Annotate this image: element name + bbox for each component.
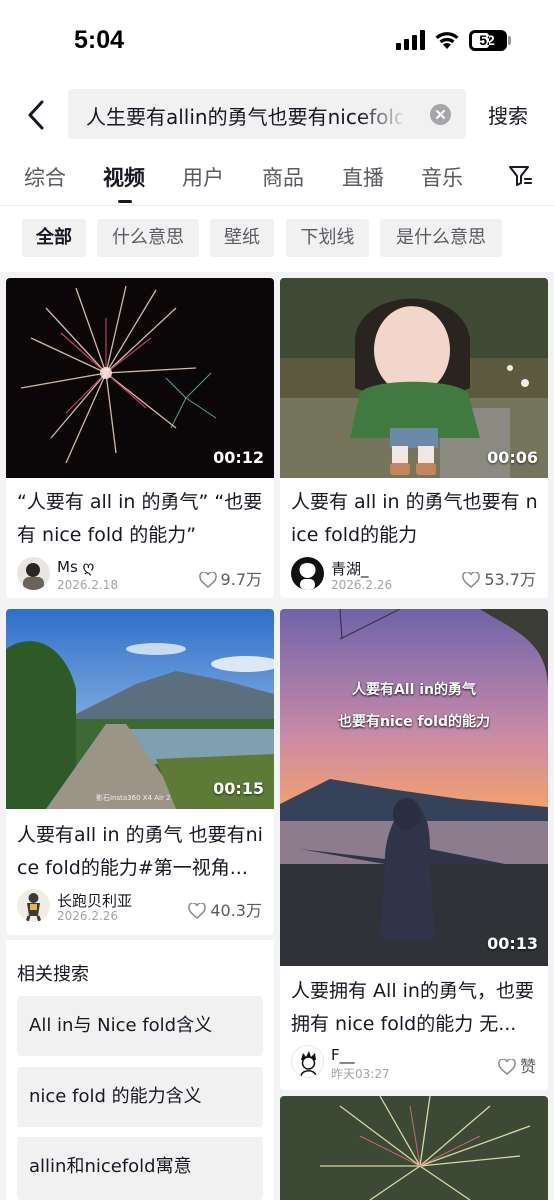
tab-users[interactable]: 用户 — [182, 162, 224, 192]
heart-icon — [198, 571, 217, 588]
tab-videos[interactable]: 视频 — [103, 162, 145, 192]
tab-live[interactable]: 直播 — [342, 162, 384, 192]
video-duration: 00:06 — [487, 448, 538, 467]
search-header: 人生要有allin的勇气也要有nicefold的能力 搜索 — [0, 80, 554, 150]
video-thumbnail[interactable] — [280, 609, 548, 966]
clear-search-icon[interactable] — [430, 104, 451, 125]
avatar[interactable] — [291, 557, 324, 590]
filter-chips: 全部 什么意思 壁纸 下划线 是什么意思 — [0, 206, 554, 272]
video-title[interactable]: 人要有 all in 的勇气也要有 nice fold的能力 — [291, 486, 540, 552]
video-card[interactable]: 影石Insta360 X4 Air 2 00:15 人要有all in 的勇气 … — [6, 609, 274, 935]
video-thumbnail[interactable] — [280, 1096, 548, 1200]
post-date: 昨天03:27 — [331, 1067, 390, 1081]
related-search-item[interactable]: nice fold 的能力含义 — [17, 1067, 263, 1127]
author-name[interactable]: Ms ღ — [57, 558, 94, 576]
wifi-icon — [435, 32, 459, 49]
like-count-value: 赞 — [519, 1057, 536, 1076]
like-count-value: 9.7万 — [220, 570, 262, 589]
tab-products[interactable]: 商品 — [262, 162, 304, 192]
avatar[interactable] — [17, 557, 50, 590]
search-input[interactable]: 人生要有allin的勇气也要有nicefold的能力 — [68, 89, 466, 139]
video-title[interactable]: “人要有 all in 的勇气” “也要有 nice fold 的能力” — [17, 486, 266, 552]
heart-icon — [188, 902, 207, 919]
heart-icon — [498, 1058, 516, 1075]
tab-comprehensive[interactable]: 综合 — [24, 162, 66, 192]
like-count[interactable]: 53.7万 — [462, 566, 536, 590]
battery-level: 52 — [479, 32, 495, 48]
tab-music[interactable]: 音乐 — [421, 162, 463, 192]
video-duration: 00:13 — [487, 934, 538, 953]
filter-icon[interactable] — [508, 164, 532, 188]
chip-all[interactable]: 全部 — [22, 219, 86, 257]
related-heading: 相关搜索 — [17, 964, 89, 985]
video-duration: 00:12 — [213, 448, 264, 467]
chip-underline[interactable]: 下划线 — [286, 219, 369, 257]
author-name[interactable]: F__ — [331, 1046, 355, 1064]
chip-what-meaning[interactable]: 是什么意思 — [380, 219, 502, 257]
video-overlay-caption-2: 也要有nice fold的能力 — [338, 714, 490, 730]
avatar[interactable] — [17, 889, 50, 922]
video-card[interactable]: 人要有All in的勇气 也要有nice fold的能力 00:13 人要拥有 … — [280, 609, 548, 1090]
like-count-value: 40.3万 — [210, 901, 262, 920]
author-name[interactable]: 长跑贝利亚 — [57, 890, 132, 911]
avatar[interactable] — [291, 1045, 324, 1078]
related-search-item[interactable]: All in与 Nice fold含义 — [17, 996, 263, 1056]
cellular-signal-icon — [396, 30, 425, 50]
video-card[interactable]: 00:06 人要有 all in 的勇气也要有 nice fold的能力 青湖_… — [280, 278, 548, 598]
result-tabs: 综合 视频 用户 商品 直播 音乐 — [0, 150, 554, 206]
video-card[interactable]: 00:12 “人要有 all in 的勇气” “也要有 nice fold 的能… — [6, 278, 274, 598]
like-count-value: 53.7万 — [484, 570, 536, 589]
status-bar: 5:04 52 — [0, 0, 554, 80]
video-title[interactable]: 人要拥有 All in的勇气，也要拥有 nice fold的能力 无... — [291, 975, 540, 1041]
video-title[interactable]: 人要有all in 的勇气 也要有nice fold的能力#第一视角... — [17, 819, 266, 885]
like-count[interactable]: 9.7万 — [198, 566, 262, 590]
video-card[interactable] — [280, 1096, 548, 1200]
video-overlay-caption-1: 人要有All in的勇气 — [351, 682, 477, 698]
battery-icon: 52 — [469, 30, 507, 51]
search-button[interactable]: 搜索 — [488, 100, 528, 129]
related-search-item[interactable]: allin和nicefold寓意 — [17, 1137, 263, 1200]
video-duration: 00:15 — [213, 779, 264, 798]
search-query[interactable]: 人生要有allin的勇气也要有nicefold的能力 — [86, 101, 402, 130]
author-name[interactable]: 青湖_ — [331, 558, 369, 579]
like-count[interactable]: 赞 — [498, 1053, 536, 1077]
post-date: 2026.2.18 — [57, 578, 119, 592]
status-time: 5:04 — [74, 26, 125, 54]
related-searches: 相关搜索 All in与 Nice fold含义 nice fold 的能力含义… — [6, 940, 274, 1200]
heart-icon — [462, 571, 481, 588]
camera-watermark: 影石Insta360 X4 Air 2 — [96, 794, 171, 802]
post-date: 2026.2.26 — [331, 578, 393, 592]
chip-wallpaper[interactable]: 壁纸 — [210, 219, 274, 257]
active-tab-indicator — [118, 200, 132, 203]
back-arrow-icon[interactable] — [22, 98, 52, 132]
like-count[interactable]: 40.3万 — [188, 897, 262, 921]
chip-meaning[interactable]: 什么意思 — [97, 219, 199, 257]
post-date: 2026.2.26 — [57, 909, 119, 923]
